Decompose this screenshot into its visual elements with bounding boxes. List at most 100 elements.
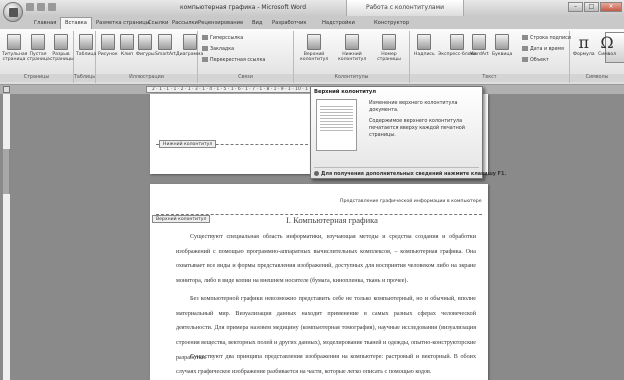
group-illustrations: Рисунок Клип Фигуры SmartArt Диаграмма И…: [96, 31, 203, 83]
tab-design[interactable]: Конструктор: [370, 18, 413, 28]
wordart-button[interactable]: WordArt: [470, 34, 489, 57]
date-time-button[interactable]: Дата и время: [522, 46, 564, 52]
cover-page-button[interactable]: Титульная страница: [2, 34, 27, 62]
group-label: Колонтитулы: [294, 74, 409, 82]
dropcap-button[interactable]: Буквица: [492, 34, 512, 57]
maximize-button[interactable]: □: [584, 2, 599, 12]
redo-icon[interactable]: [48, 3, 56, 11]
tab-addins[interactable]: Надстройки: [318, 18, 359, 28]
group-label: Иллюстрации: [96, 74, 197, 82]
omega-icon: Ω: [600, 33, 614, 52]
calendar-icon: [522, 46, 528, 51]
group-pages: Титульная страница Пустая страница Разры…: [0, 31, 74, 83]
minimize-button[interactable]: –: [568, 2, 583, 12]
horizontal-ruler[interactable]: 2 · 1 · 1 · 1 · 2 · 1 · 3 · 1 · 4 · 1 · …: [146, 86, 323, 93]
tooltip-separator: [314, 167, 479, 168]
page-number-button[interactable]: Номер страницы: [374, 34, 404, 62]
picture-icon: [100, 34, 115, 50]
header-icon: [307, 34, 321, 50]
smartart-icon: [158, 34, 173, 50]
vruler-segment: [3, 94, 10, 149]
context-tools-title: Работа с колонтитулами: [346, 0, 464, 16]
tab-developer[interactable]: Разработчик: [268, 18, 311, 28]
dropcap-icon: [495, 34, 510, 50]
blank-page-icon: [31, 34, 45, 50]
page-number-icon: [382, 34, 396, 50]
hyperlink-button[interactable]: Гиперссылка: [202, 35, 243, 41]
undo-icon[interactable]: [37, 3, 45, 11]
group-links: Гиперссылка Закладка Перекрестная ссылка…: [198, 31, 294, 83]
save-icon[interactable]: [26, 3, 34, 11]
footer-tag: Нижний колонтитул: [159, 140, 217, 148]
picture-button[interactable]: Рисунок: [98, 34, 118, 57]
vruler-segment: [3, 194, 10, 380]
quick-parts-icon: [450, 34, 465, 50]
close-button[interactable]: ✕: [600, 2, 622, 12]
tooltip-help: Для получения дополнительных сведений на…: [314, 171, 506, 177]
signature-icon: [522, 35, 528, 40]
wordart-icon: [472, 34, 487, 50]
window-title: компьютерная графика - Microsoft Word: [180, 4, 307, 11]
group-label: Таблицы: [74, 74, 95, 82]
document-paragraph[interactable]: Существуют два принципа представления из…: [176, 350, 476, 379]
ruler-toggle[interactable]: [3, 86, 10, 93]
cross-reference-icon: [202, 57, 208, 62]
object-button[interactable]: Объект: [522, 57, 549, 63]
tab-view[interactable]: Вид: [248, 18, 267, 28]
clip-icon: [120, 34, 134, 50]
signature-line-button[interactable]: Строка подписи: [522, 35, 571, 41]
help-icon: [314, 171, 319, 176]
formula-button[interactable]: π Формула: [573, 33, 595, 58]
footer-button[interactable]: Нижний колонтитул: [338, 34, 366, 62]
group-label: Текст: [410, 74, 569, 82]
header-tag: Верхний колонтитул: [152, 215, 211, 223]
tooltip-description: Изменение верхнего колонтитула документа…: [369, 100, 465, 138]
blank-page-button[interactable]: Пустая страница: [27, 34, 50, 62]
cover-page-icon: [7, 34, 21, 50]
textbox-button[interactable]: Надпись: [414, 34, 435, 57]
group-tables: Таблица Таблицы: [74, 31, 96, 83]
header-tooltip: Верхний колонтитул Изменение верхнего ко…: [310, 86, 506, 179]
group-label: Символы: [570, 74, 624, 82]
textbox-icon: [417, 34, 432, 50]
header-text[interactable]: Представление графической информации в к…: [340, 199, 482, 204]
footer-icon: [345, 34, 359, 50]
ribbon: Титульная страница Пустая страница Разры…: [0, 29, 624, 85]
group-symbols: π Формула Ω Символ Символы: [570, 31, 624, 83]
group-text: Надпись Экспресс-блоки WordArt Буквица С…: [410, 31, 571, 83]
group-label: Связи: [198, 74, 293, 82]
document-heading[interactable]: I. Компьютерная графика: [286, 215, 378, 225]
window-controls: – □ ✕: [568, 2, 622, 12]
shapes-button[interactable]: Фигуры: [136, 34, 155, 57]
tooltip-title: Верхний колонтитул: [314, 89, 377, 95]
quick-access-toolbar: [26, 3, 56, 11]
vertical-ruler[interactable]: [3, 94, 10, 380]
page-break-button[interactable]: Разрыв страницы: [50, 34, 74, 62]
document-paragraph[interactable]: Существуют специальная область информати…: [176, 230, 476, 289]
header-button[interactable]: Верхний колонтитул: [300, 34, 328, 62]
cross-reference-button[interactable]: Перекрестная ссылка: [202, 57, 265, 63]
shapes-icon: [138, 34, 153, 50]
object-icon: [522, 57, 528, 62]
bookmark-icon: [202, 46, 208, 51]
group-label: Страницы: [0, 74, 73, 82]
smartart-button[interactable]: SmartArt: [155, 34, 176, 57]
ribbon-tabs: Главная Вставка Разметка страницы Ссылки…: [0, 16, 624, 29]
pi-icon: π: [578, 33, 590, 52]
office-button[interactable]: [3, 2, 23, 22]
office-logo-icon: [9, 8, 18, 17]
chart-icon: [182, 34, 197, 50]
group-header-footer: Верхний колонтитул Нижний колонтитул Ном…: [294, 31, 624, 83]
bookmark-button[interactable]: Закладка: [202, 46, 234, 52]
tab-review[interactable]: Рецензирование: [194, 18, 247, 28]
tab-home[interactable]: Главная: [30, 18, 60, 28]
title-bar: компьютерная графика - Microsoft Word Ра…: [0, 0, 624, 16]
page-break-icon: [54, 34, 68, 50]
hyperlink-icon: [202, 35, 208, 40]
tab-insert[interactable]: Вставка: [60, 17, 92, 29]
clip-button[interactable]: Клип: [120, 34, 134, 57]
table-button[interactable]: Таблица: [76, 34, 96, 57]
table-icon: [79, 34, 94, 50]
symbol-button[interactable]: Ω Символ: [598, 33, 616, 58]
header-preview-thumbnail: [316, 99, 357, 151]
